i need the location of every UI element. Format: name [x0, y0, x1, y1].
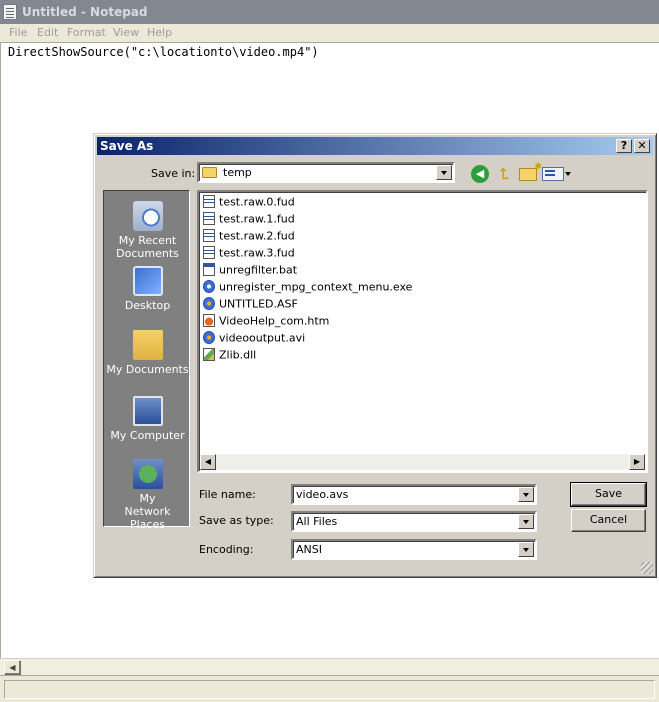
media-file-icon — [203, 330, 215, 344]
place-label: Desktop — [124, 299, 171, 312]
chevron-down-icon[interactable] — [518, 487, 534, 502]
media-file-icon — [203, 296, 215, 310]
back-icon[interactable]: ◀ — [471, 165, 489, 183]
chevron-down-icon[interactable] — [518, 514, 534, 529]
save-as-type-label: Save as type: — [199, 514, 274, 527]
desktop-icon — [132, 266, 163, 296]
save-button[interactable]: Save — [570, 482, 647, 507]
notepad-text: DirectShowSource("c:\locationto\video.mp… — [8, 45, 319, 59]
menu-help[interactable]: Help — [147, 26, 172, 39]
notepad-title: Untitled - Notepad — [22, 5, 148, 19]
encoding-dropdown[interactable]: ANSI — [291, 539, 537, 560]
notepad-menu-bar: File Edit Format View Help — [0, 24, 659, 42]
batch-file-icon — [203, 262, 215, 276]
place-label: My Recent Documents — [116, 234, 179, 260]
resize-grip-icon[interactable] — [641, 562, 653, 574]
exe-file-icon — [203, 279, 215, 293]
list-item[interactable]: Zlib.dll — [203, 347, 256, 364]
place-label: My Network Places — [124, 492, 171, 531]
close-button[interactable]: ✕ — [634, 139, 650, 153]
html-file-icon — [203, 313, 215, 327]
cancel-button[interactable]: Cancel — [571, 509, 646, 532]
new-folder-icon[interactable] — [519, 162, 542, 181]
place-my-recent-documents[interactable]: My Recent Documents — [104, 201, 191, 260]
views-menu-icon[interactable] — [542, 167, 571, 181]
list-item[interactable]: videooutput.avi — [203, 330, 305, 347]
place-my-computer[interactable]: My Computer — [104, 396, 191, 442]
notepad-icon — [3, 4, 17, 20]
notepad-status-bar — [0, 675, 659, 702]
menu-file[interactable]: File — [9, 26, 27, 39]
place-my-documents[interactable]: My Documents — [104, 330, 191, 376]
up-folder-icon[interactable]: ⮤ — [495, 165, 513, 183]
chevron-down-icon[interactable] — [436, 165, 452, 180]
list-item[interactable]: test.raw.1.fud — [203, 211, 295, 228]
menu-view[interactable]: View — [113, 26, 139, 39]
place-desktop[interactable]: Desktop — [104, 266, 191, 312]
list-item[interactable]: test.raw.2.fud — [203, 228, 295, 245]
status-panel — [4, 680, 655, 699]
file-name-field[interactable]: video.avs — [291, 484, 537, 505]
scroll-left-icon[interactable]: ◀ — [200, 454, 216, 470]
list-item[interactable]: unregister_mpg_context_menu.exe — [203, 279, 412, 296]
dialog-title: Save As — [100, 139, 154, 153]
place-my-network-places[interactable]: My Network Places — [104, 459, 191, 531]
file-list[interactable]: test.raw.0.fud test.raw.1.fud test.raw.2… — [197, 190, 648, 473]
file-name-label: File name: — [199, 488, 256, 501]
my-computer-icon — [132, 396, 163, 426]
fud-file-icon — [203, 194, 215, 208]
list-item[interactable]: test.raw.0.fud — [203, 194, 295, 211]
encoding-label: Encoding: — [199, 543, 254, 556]
my-network-places-icon — [132, 459, 163, 489]
file-name-value: video.avs — [296, 488, 349, 501]
save-as-type-dropdown[interactable]: All Files — [291, 511, 537, 532]
list-item[interactable]: unregfilter.bat — [203, 262, 297, 279]
list-item[interactable]: VideoHelp_com.htm — [203, 313, 329, 330]
places-bar: My Recent Documents Desktop My Documents… — [103, 190, 191, 531]
fud-file-icon — [203, 211, 215, 225]
chevron-down-icon[interactable] — [518, 542, 534, 557]
recent-documents-icon — [132, 201, 163, 231]
dialog-title-bar[interactable]: Save As ? ✕ — [97, 137, 653, 155]
fud-file-icon — [203, 245, 215, 259]
dll-file-icon — [203, 347, 215, 361]
save-in-value: temp — [223, 166, 252, 179]
save-in-dropdown[interactable]: temp — [197, 162, 455, 183]
scroll-right-icon[interactable]: ▶ — [629, 454, 645, 470]
scroll-left-icon[interactable]: ◀ — [4, 660, 21, 675]
notepad-title-bar[interactable]: Untitled - Notepad — [0, 0, 659, 24]
menu-format[interactable]: Format — [67, 26, 106, 39]
help-button[interactable]: ? — [616, 139, 632, 153]
save-as-type-value: All Files — [296, 515, 338, 528]
save-in-label: Save in: — [151, 167, 196, 180]
notepad-horizontal-scrollbar[interactable]: ◀ — [0, 658, 659, 675]
menu-edit[interactable]: Edit — [37, 26, 58, 39]
file-list-scrollbar[interactable]: ◀ ▶ — [200, 454, 645, 470]
place-label: My Computer — [110, 429, 185, 442]
scrollbar-track[interactable] — [216, 454, 628, 470]
save-as-dialog: Save As ? ✕ Save in: temp ◀ ⮤ My Recent … — [93, 133, 657, 578]
encoding-value: ANSI — [296, 543, 322, 556]
list-item[interactable]: UNTITLED.ASF — [203, 296, 298, 313]
place-label: My Documents — [106, 363, 189, 376]
fud-file-icon — [203, 228, 215, 242]
folder-icon — [202, 166, 217, 178]
list-item[interactable]: test.raw.3.fud — [203, 245, 295, 262]
my-documents-icon — [132, 330, 163, 360]
